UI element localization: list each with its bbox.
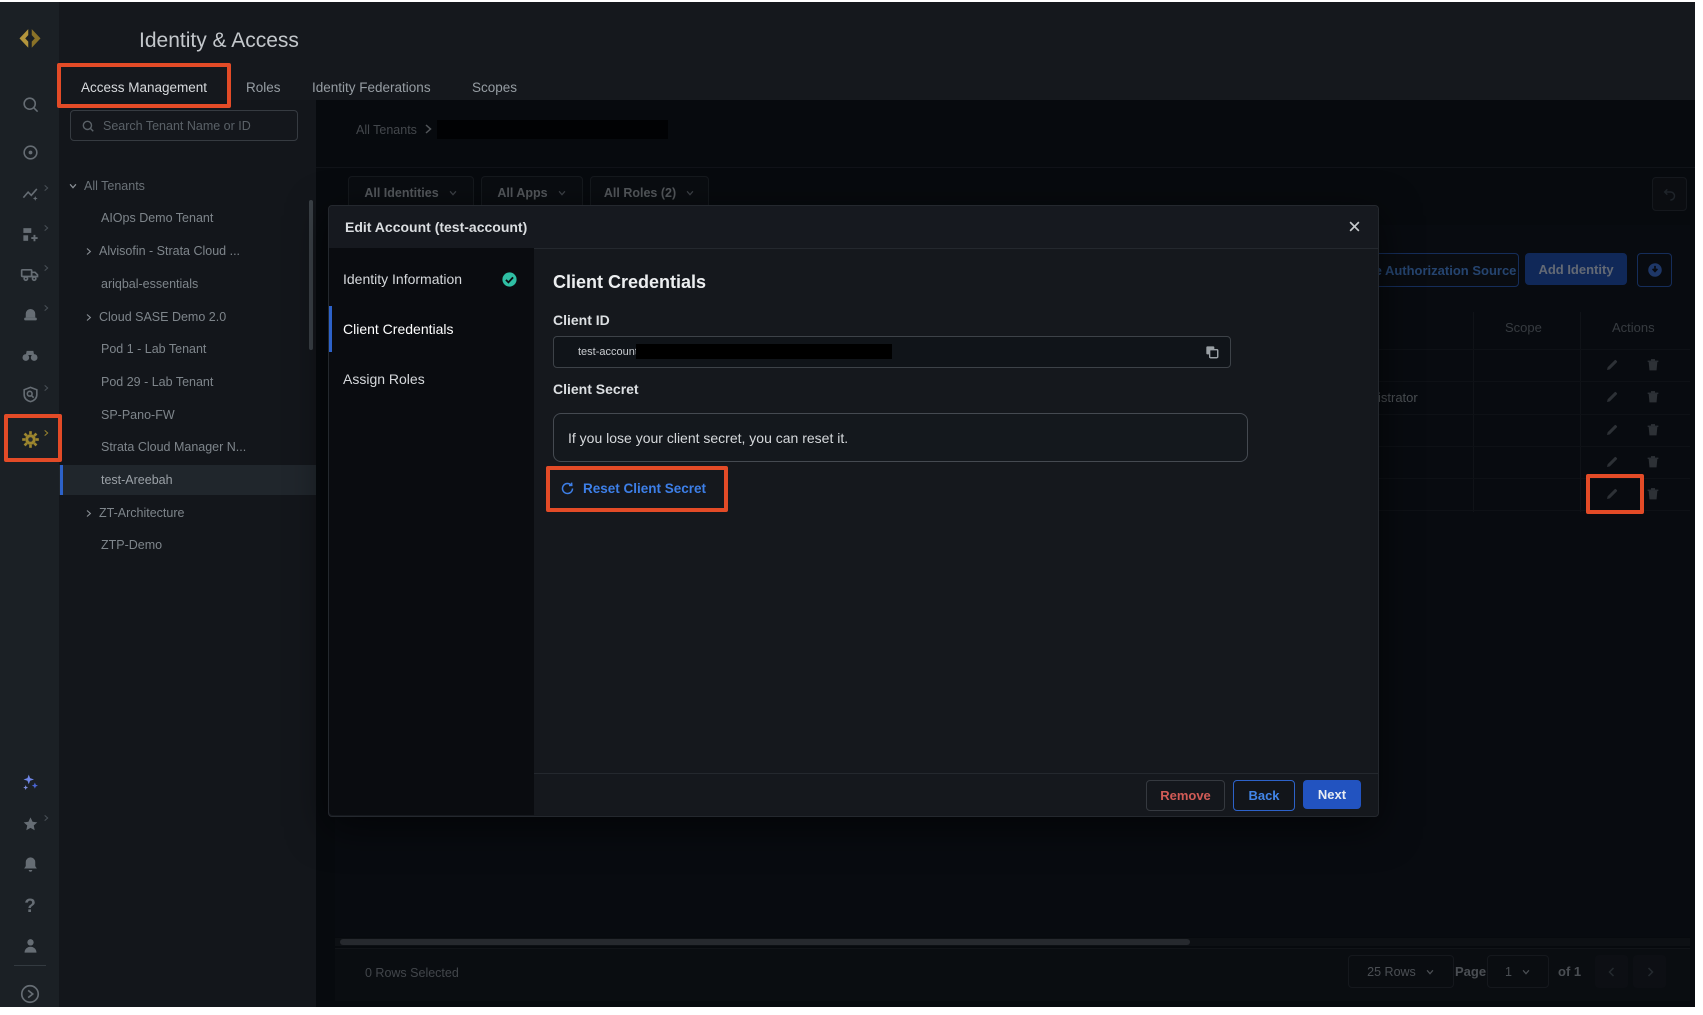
tenant-panel: Search Tenant Name or ID All Tenants AIO… (59, 100, 316, 1007)
modal-footer-divider (534, 773, 1378, 774)
remove-button[interactable]: Remove (1146, 780, 1225, 811)
ai-copilot-icon[interactable] (5, 767, 55, 797)
client-id-input[interactable]: test-account@ (553, 336, 1231, 368)
next-button[interactable]: Next (1303, 780, 1361, 809)
tab-scopes[interactable]: Scopes (472, 80, 517, 95)
tenant-item[interactable]: Pod 1 - Lab Tenant (59, 334, 316, 364)
collapse-icon[interactable] (5, 979, 55, 1009)
chevron-right-icon (42, 224, 50, 232)
tenant-item[interactable]: Cloud SASE Demo 2.0 (59, 302, 316, 332)
chevron-right-icon (42, 184, 50, 192)
page-frame (0, 1007, 1703, 1015)
tenant-item[interactable]: ZTP-Demo (59, 530, 316, 560)
rail-divider (14, 965, 46, 966)
client-secret-label: Client Secret (553, 381, 639, 397)
client-id-label: Client ID (553, 312, 610, 328)
tab-roles[interactable]: Roles (246, 80, 281, 95)
tenant-tree-root[interactable]: All Tenants (59, 171, 316, 201)
active-step-indicator (329, 306, 332, 352)
edit-account-modal: Edit Account (test-account) Identity Inf… (328, 205, 1379, 817)
section-heading: Client Credentials (553, 272, 706, 293)
page-title: Identity & Access (139, 29, 299, 53)
step-assign-roles[interactable]: Assign Roles (329, 356, 534, 402)
tenant-panel-scrollbar[interactable] (309, 200, 313, 350)
notifications-bell-icon[interactable] (5, 849, 55, 879)
tenant-item[interactable]: AIOps Demo Tenant (59, 203, 316, 233)
search-icon (81, 119, 95, 133)
step-identity-information[interactable]: Identity Information (329, 256, 534, 302)
annotation-access-management-tab (57, 63, 231, 108)
copy-icon[interactable] (1204, 344, 1220, 360)
command-center-icon[interactable] (5, 137, 55, 167)
annotation-settings-gear (4, 414, 62, 462)
tenant-search-placeholder: Search Tenant Name or ID (103, 119, 251, 133)
chevron-down-icon[interactable] (68, 181, 78, 191)
selected-indicator (60, 465, 63, 495)
client-secret-hint-text: If you lose your client secret, you can … (568, 430, 848, 446)
nav-rail: ? (0, 2, 59, 1007)
annotation-reset-client-secret (546, 466, 728, 512)
tenant-item[interactable]: Pod 29 - Lab Tenant (59, 367, 316, 397)
modal-steps-panel: Identity Information Client Credentials … (329, 248, 534, 815)
modal-header: Edit Account (test-account) (329, 206, 1378, 249)
chevron-right-icon (42, 304, 50, 312)
page-header: Identity & Access (59, 2, 1695, 100)
page-frame (0, 0, 1703, 2)
chevron-right-icon[interactable] (84, 509, 93, 518)
monitor-icon[interactable] (5, 340, 55, 370)
chevron-right-icon[interactable] (84, 313, 93, 322)
tab-identity-federations[interactable]: Identity Federations (312, 80, 431, 95)
help-icon[interactable]: ? (5, 892, 55, 922)
tenant-item[interactable]: ariqbal-essentials (59, 269, 316, 299)
client-secret-hint-box: If you lose your client secret, you can … (553, 413, 1248, 462)
modal-title: Edit Account (test-account) (345, 219, 527, 235)
chevron-right-icon (42, 264, 50, 272)
page-frame (1695, 0, 1703, 1015)
tenant-item-selected[interactable]: test-Areebah (59, 465, 316, 495)
tenant-search-input[interactable]: Search Tenant Name or ID (70, 110, 298, 141)
account-icon[interactable] (5, 930, 55, 960)
tenant-item[interactable]: SP-Pano-FW (59, 400, 316, 430)
tenant-item[interactable]: Alvisofin - Strata Cloud ... (59, 236, 316, 266)
tenant-item[interactable]: ZT-Architecture (59, 498, 316, 528)
chevron-right-icon (42, 384, 50, 392)
chevron-right-icon[interactable] (84, 247, 93, 256)
search-icon[interactable] (5, 89, 55, 119)
annotation-edit-pencil (1586, 474, 1644, 514)
close-icon[interactable] (1347, 219, 1362, 234)
app-logo-icon (5, 24, 55, 54)
step-client-credentials[interactable]: Client Credentials (329, 306, 534, 352)
chevron-right-icon (42, 814, 50, 822)
app-window: ? Identity & Access Access Management Ro… (0, 0, 1703, 1015)
client-id-redacted (636, 344, 892, 359)
back-button[interactable]: Back (1233, 780, 1295, 811)
step-complete-check-icon (501, 271, 518, 288)
tenant-item[interactable]: Strata Cloud Manager N... (59, 432, 316, 462)
